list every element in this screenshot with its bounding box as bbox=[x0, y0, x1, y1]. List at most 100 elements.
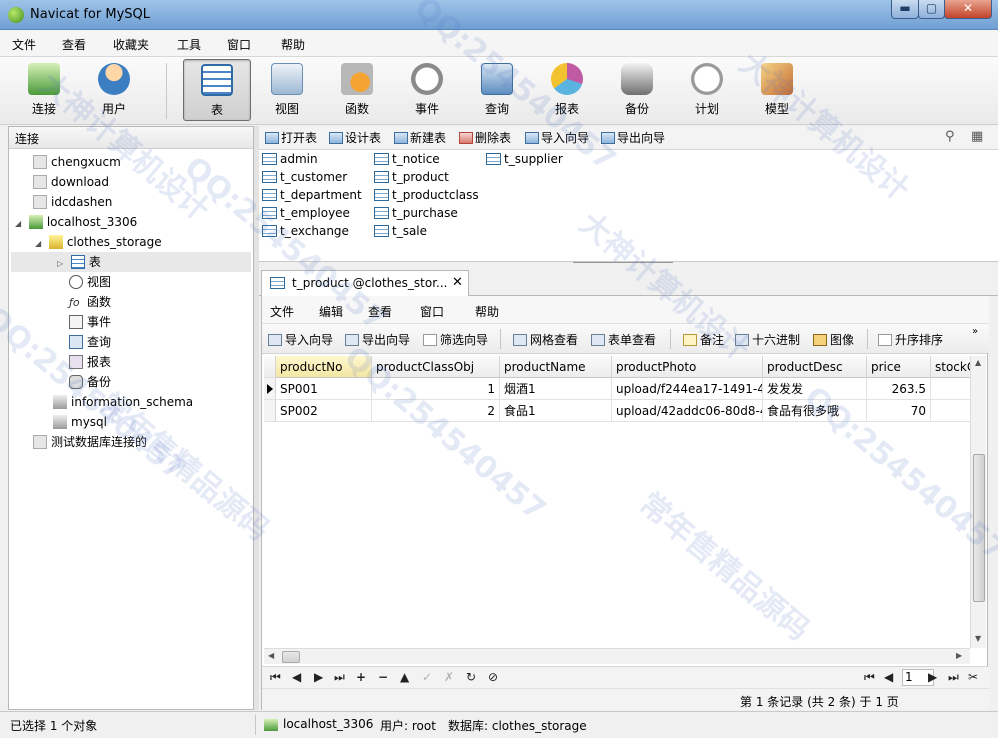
scroll-thumb[interactable] bbox=[973, 454, 985, 602]
table-cell[interactable]: 70 bbox=[867, 400, 931, 422]
toolbar-connection-button[interactable]: 连接 bbox=[10, 59, 78, 121]
column-header[interactable]: stockC bbox=[931, 356, 972, 378]
prev-record-icon[interactable]: ◀ bbox=[292, 670, 301, 684]
row-indicator[interactable] bbox=[264, 400, 276, 422]
next-page-icon[interactable]: ▶ bbox=[928, 670, 937, 684]
inner-menu-view[interactable]: 查看 bbox=[368, 303, 392, 320]
move-up-icon[interactable]: ▲ bbox=[400, 670, 409, 684]
table-item[interactable]: t_exchange bbox=[262, 224, 349, 242]
tree-item-events[interactable]: 事件 bbox=[69, 312, 111, 332]
table-cell[interactable]: 食品1 bbox=[500, 400, 612, 422]
discard-icon[interactable]: ✗ bbox=[444, 670, 454, 684]
grid-view-icon[interactable]: ▦ bbox=[971, 129, 983, 144]
table-item[interactable]: t_productclass bbox=[374, 188, 479, 206]
table-item[interactable]: t_employee bbox=[262, 206, 350, 224]
collapse-arrow-icon[interactable]: ◢ bbox=[15, 214, 25, 234]
search-icon[interactable]: ⚲ bbox=[945, 129, 955, 144]
tree-item-mysql[interactable]: mysql bbox=[53, 412, 107, 432]
tree-item-test-connection[interactable]: 测试数据库连接的 bbox=[33, 432, 147, 452]
last-page-icon[interactable]: ⏭ bbox=[948, 670, 959, 685]
table-item[interactable]: t_product bbox=[374, 170, 449, 188]
menu-file[interactable]: 文件 bbox=[12, 36, 36, 53]
row-indicator[interactable] bbox=[264, 378, 276, 400]
image-button[interactable]: 图像 bbox=[813, 331, 854, 348]
tree-item-functions[interactable]: ƒo 函数 bbox=[69, 292, 111, 312]
column-header[interactable]: productPhoto bbox=[612, 356, 763, 378]
table-cell[interactable]: 1 bbox=[372, 378, 500, 400]
table-cell[interactable]: SP001 bbox=[276, 378, 372, 400]
delete-table-button[interactable]: 删除表 bbox=[459, 129, 511, 146]
apply-icon[interactable]: ✓ bbox=[422, 670, 432, 684]
table-cell[interactable]: 发发发 bbox=[763, 378, 867, 400]
toolbar-event-button[interactable]: 事件 bbox=[393, 59, 461, 121]
table-cell[interactable]: 2 bbox=[372, 400, 500, 422]
table-item[interactable]: t_customer bbox=[262, 170, 347, 188]
tree-item-information-schema[interactable]: information_schema bbox=[53, 392, 193, 412]
inner-menu-edit[interactable]: 编辑 bbox=[319, 303, 343, 320]
form-view-button[interactable]: 表单查看 bbox=[591, 331, 656, 348]
toolbar-user-button[interactable]: 用户 bbox=[80, 59, 148, 121]
table-item[interactable]: t_supplier bbox=[486, 152, 563, 170]
next-record-icon[interactable]: ▶ bbox=[314, 670, 323, 684]
table-item[interactable]: t_department bbox=[262, 188, 362, 206]
table-cell[interactable]: upload/f244ea17-1491-4e bbox=[612, 378, 763, 400]
open-table-button[interactable]: 打开表 bbox=[265, 129, 317, 146]
inner-menu-window[interactable]: 窗口 bbox=[420, 303, 444, 320]
hex-button[interactable]: 十六进制 bbox=[735, 331, 800, 348]
menu-favorites[interactable]: 收藏夹 bbox=[113, 36, 149, 53]
horizontal-scrollbar[interactable]: ◀ ▶ bbox=[264, 648, 970, 664]
table-item[interactable]: t_purchase bbox=[374, 206, 458, 224]
scroll-left-icon[interactable]: ◀ bbox=[268, 651, 274, 660]
memo-button[interactable]: 备注 bbox=[683, 331, 724, 348]
tree-item-views[interactable]: 视图 bbox=[69, 272, 111, 292]
export-wizard-button[interactable]: 导出向导 bbox=[601, 129, 665, 146]
table-cell[interactable] bbox=[931, 400, 972, 422]
inner-menu-help[interactable]: 帮助 bbox=[475, 303, 499, 320]
tab-t-product[interactable]: t_product @clothes_stor... ✕ bbox=[261, 270, 469, 296]
scroll-up-icon[interactable]: ▲ bbox=[975, 358, 981, 367]
toolbar-report-button[interactable]: 报表 bbox=[533, 59, 601, 121]
menu-window[interactable]: 窗口 bbox=[227, 36, 251, 53]
stop-icon[interactable]: ⊘ bbox=[488, 670, 498, 684]
toolbar-function-button[interactable]: 函数 bbox=[323, 59, 391, 121]
minimize-button[interactable]: ▬ bbox=[891, 0, 919, 19]
table-item[interactable]: t_sale bbox=[374, 224, 427, 242]
scroll-right-icon[interactable]: ▶ bbox=[956, 651, 962, 660]
toolbar-query-button[interactable]: 查询 bbox=[463, 59, 531, 121]
grid-view-button[interactable]: 网格查看 bbox=[513, 331, 578, 348]
first-page-icon[interactable]: ⏮ bbox=[864, 670, 875, 685]
menu-tools[interactable]: 工具 bbox=[177, 36, 201, 53]
settings-icon[interactable]: ✂ bbox=[968, 670, 978, 684]
toolbar-backup-button[interactable]: 备份 bbox=[603, 59, 671, 121]
table-item[interactable]: t_notice bbox=[374, 152, 440, 170]
prev-page-icon[interactable]: ◀ bbox=[884, 670, 893, 684]
export-wizard-button[interactable]: 导出向导 bbox=[345, 331, 410, 348]
scroll-thumb[interactable] bbox=[282, 651, 300, 663]
menu-help[interactable]: 帮助 bbox=[281, 36, 305, 53]
close-button[interactable]: ✕ bbox=[944, 0, 992, 19]
column-header[interactable]: productDesc bbox=[763, 356, 867, 378]
tree-item-clothes-storage[interactable]: ◢ clothes_storage bbox=[35, 232, 162, 252]
toolbar-table-button[interactable]: 表 bbox=[183, 59, 251, 121]
design-table-button[interactable]: 设计表 bbox=[329, 129, 381, 146]
collapse-arrow-icon[interactable]: ◢ bbox=[35, 234, 45, 254]
add-record-icon[interactable]: + bbox=[356, 670, 366, 684]
toolbar-schedule-button[interactable]: 计划 bbox=[673, 59, 741, 121]
table-cell[interactable]: SP002 bbox=[276, 400, 372, 422]
table-cell[interactable]: upload/42addc06-80d8-4 bbox=[612, 400, 763, 422]
table-cell[interactable]: 食品有很多哦 bbox=[763, 400, 867, 422]
vertical-scrollbar[interactable]: ▲ ▼ bbox=[970, 356, 986, 648]
import-wizard-button[interactable]: 导入向导 bbox=[268, 331, 333, 348]
tree-item-reports[interactable]: 报表 bbox=[69, 352, 111, 372]
tab-close-icon[interactable]: ✕ bbox=[452, 275, 463, 290]
expand-arrow-icon[interactable]: ▷ bbox=[57, 254, 67, 274]
tree-item-tables[interactable]: ▷ 表 bbox=[11, 252, 251, 272]
column-header[interactable]: productNo bbox=[276, 356, 372, 378]
tree-item-idcdashen[interactable]: idcdashen bbox=[33, 192, 112, 212]
table-cell[interactable]: 263.5 bbox=[867, 378, 931, 400]
column-header[interactable]: productClassObj bbox=[372, 356, 500, 378]
refresh-icon[interactable]: ↻ bbox=[466, 670, 476, 684]
scroll-down-icon[interactable]: ▼ bbox=[975, 634, 981, 643]
table-item[interactable]: admin bbox=[262, 152, 318, 170]
sort-ascending-button[interactable]: 升序排序 bbox=[878, 331, 943, 348]
